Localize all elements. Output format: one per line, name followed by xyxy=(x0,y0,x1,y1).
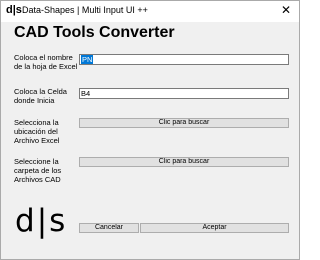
accept-button[interactable]: Aceptar xyxy=(140,223,289,233)
browse-cad-folder-button[interactable]: Clic para buscar xyxy=(79,157,289,167)
dialog-window: d|s Data-Shapes | Multi Input UI ++ ✕ CA… xyxy=(0,0,300,260)
start-cell-value: B4 xyxy=(81,89,91,98)
title-bar[interactable]: d|s Data-Shapes | Multi Input UI ++ ✕ xyxy=(1,1,299,22)
page-title: CAD Tools Converter xyxy=(14,24,175,41)
window-title: Data-Shapes | Multi Input UI ++ xyxy=(22,5,148,15)
close-icon[interactable]: ✕ xyxy=(279,3,293,17)
start-cell-input[interactable]: B4 xyxy=(79,88,289,99)
logo-right-letter: s xyxy=(49,203,66,239)
cancel-button[interactable]: Cancelar xyxy=(79,223,139,233)
cad-folder-label: Seleccione la carpeta de los Archivos CA… xyxy=(14,157,62,184)
start-cell-label: Coloca la Celda donde Inicia xyxy=(14,87,67,105)
logo-divider: | xyxy=(36,203,48,239)
excel-location-label: Selecciona la ubicación del Archivo Exce… xyxy=(14,118,60,145)
sheet-name-label: Coloca el nombre de la hoja de Excel xyxy=(14,53,78,71)
logo-left-letter: d xyxy=(15,203,35,239)
sheet-name-value: PN xyxy=(81,55,94,64)
browse-excel-button[interactable]: Clic para buscar xyxy=(79,118,289,128)
data-shapes-logo: d|s xyxy=(15,203,65,239)
sheet-name-input[interactable]: PN xyxy=(79,54,289,65)
app-logo-icon: d|s xyxy=(6,4,22,16)
